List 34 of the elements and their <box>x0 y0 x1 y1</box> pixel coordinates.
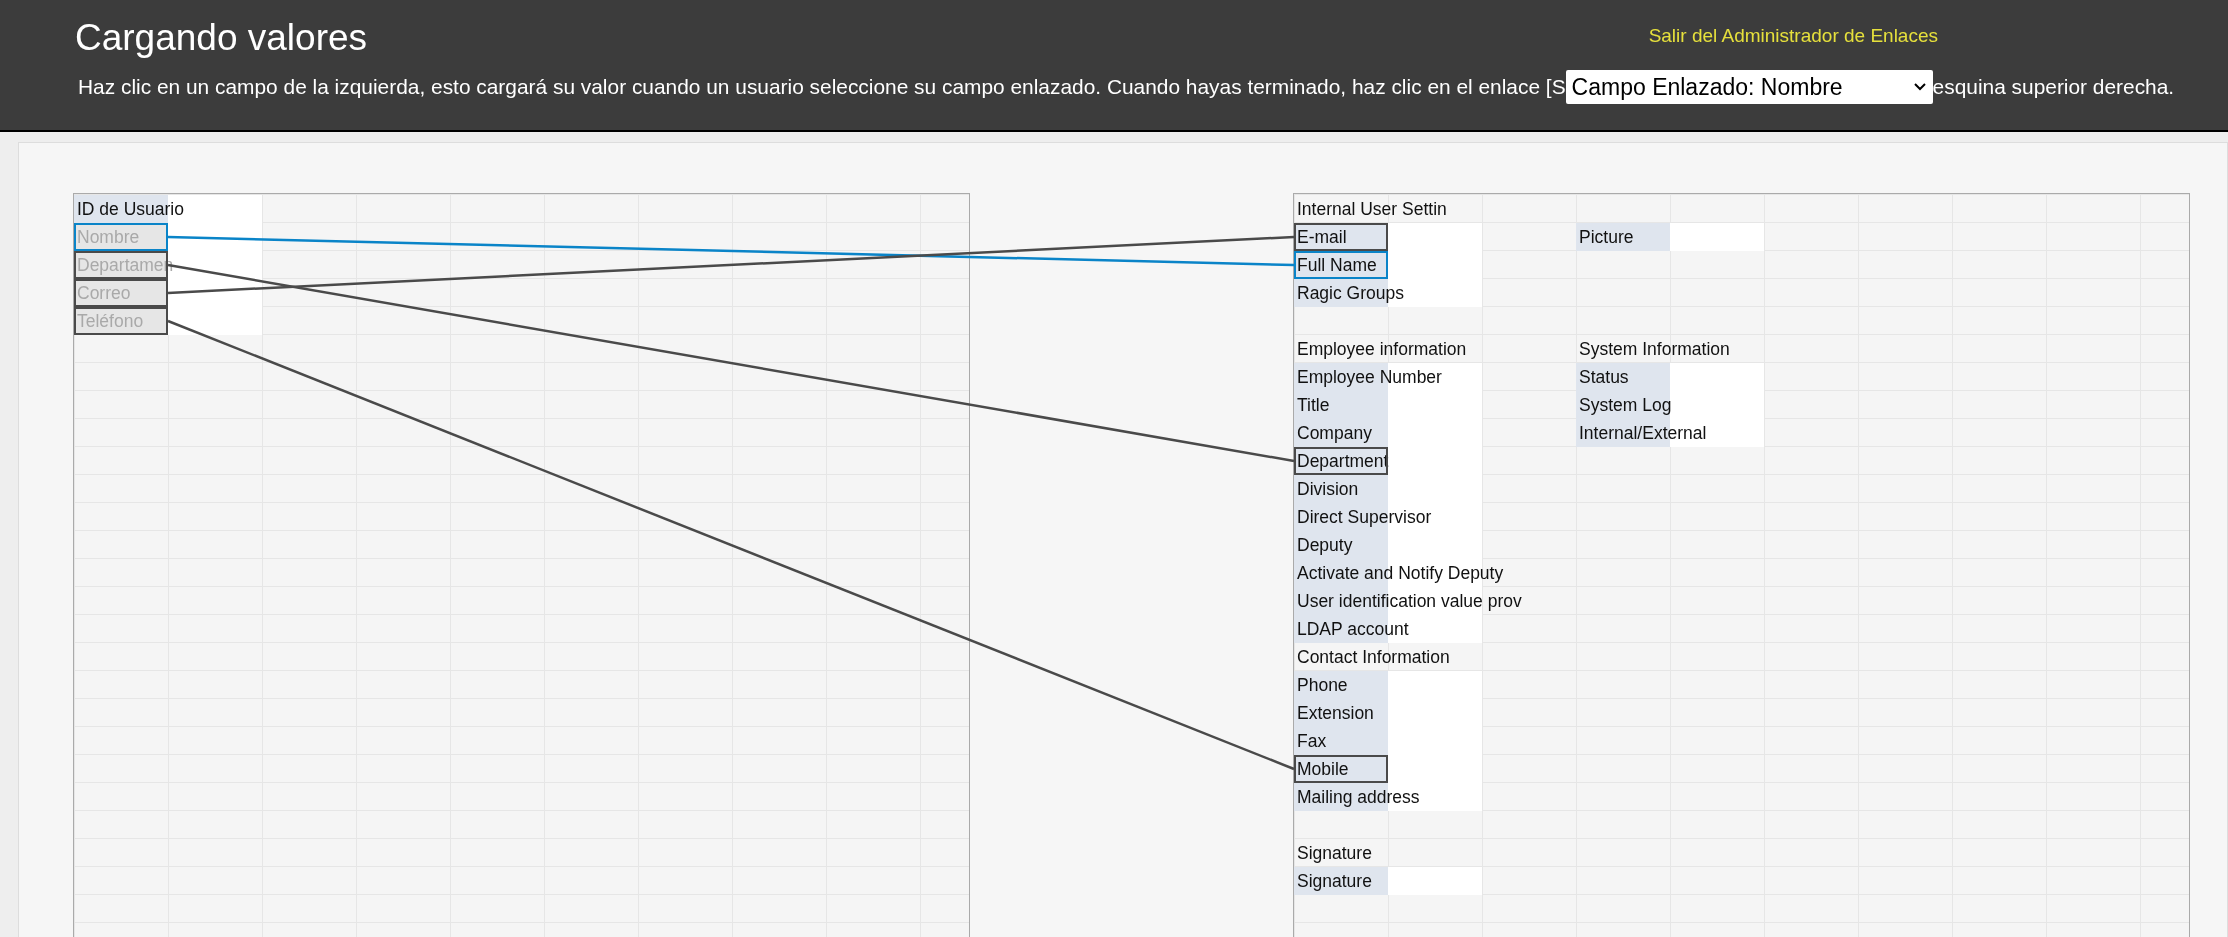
form-field[interactable]: Title <box>1294 391 1482 419</box>
form-field[interactable]: Mobile <box>1294 755 1482 783</box>
form-field[interactable]: Activate and Notify Deputy <box>1294 559 1506 587</box>
section-heading: Internal User Settin <box>1296 198 1447 221</box>
form-field[interactable]: Ragic Groups <box>1294 279 1482 307</box>
form-field[interactable]: Deputy <box>1294 531 1482 559</box>
section-heading: System Information <box>1578 338 1730 361</box>
form-field[interactable]: Extension <box>1294 699 1482 727</box>
form-field[interactable]: LDAP account <box>1294 615 1482 643</box>
linked-field-select[interactable]: Campo Enlazado: Nombre <box>1565 70 1933 104</box>
form-field[interactable]: Full Name <box>1294 251 1482 279</box>
page-title: Cargando valores <box>75 16 368 60</box>
form-field[interactable]: Mailing address <box>1294 783 1482 811</box>
form-field[interactable]: Phone <box>1294 671 1482 699</box>
form-field[interactable]: Status <box>1576 363 1764 391</box>
section-heading: Signature <box>1296 842 1372 865</box>
section-heading: Employee information <box>1296 338 1467 361</box>
form-field[interactable]: Internal/External <box>1576 419 1764 447</box>
section-heading: Contact Information <box>1296 646 1450 669</box>
exit-link[interactable]: Salir del Administrador de Enlaces <box>1648 22 1938 51</box>
form-field[interactable]: Picture <box>1576 223 1764 251</box>
form-field[interactable]: Company <box>1294 419 1482 447</box>
form-field[interactable]: Direct Supervisor <box>1294 503 1482 531</box>
form-field[interactable]: Division <box>1294 475 1482 503</box>
form-field[interactable]: Signature <box>1294 867 1482 895</box>
chevron-down-icon <box>1912 82 1927 92</box>
form-field[interactable]: Employee Number <box>1294 363 1482 391</box>
form-field[interactable]: E-mail <box>1294 223 1482 251</box>
form-field[interactable]: ID de Usuario <box>74 195 262 223</box>
instruction-text: Haz clic en un campo de la izquierda, esto cargará su valor cuando un usuario seleccione su campo enlazado. Cuando hayas terminado, haz clic en el enlace [S <box>78 74 1566 101</box>
form-field[interactable]: System Log <box>1576 391 1764 419</box>
form-field[interactable]: Fax <box>1294 727 1482 755</box>
instruction-text: esquina superior derecha. <box>1932 74 2175 101</box>
form-field[interactable]: User identification value prov <box>1294 587 1524 615</box>
